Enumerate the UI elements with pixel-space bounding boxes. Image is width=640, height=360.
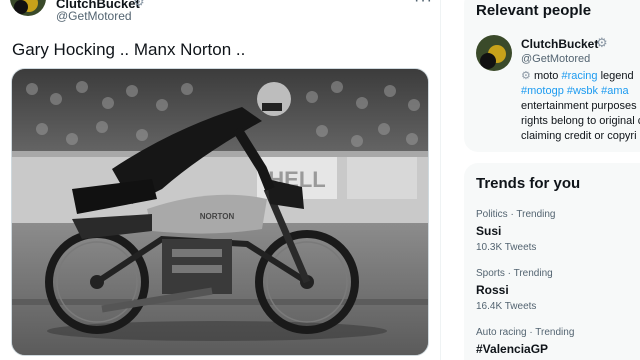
bio-text: moto — [533, 70, 559, 82]
person-avatar[interactable] — [476, 35, 512, 71]
bio-hashtag-racing[interactable]: #racing — [561, 70, 597, 82]
trend-count: 10.3K Tweets — [476, 242, 537, 253]
relevant-people-card: Relevant people ClutchBucket ⚙ @GetMotor… — [464, 0, 640, 152]
tweet-column: ClutchBucket ⚙ @GetMotored ··· Gary Hock… — [0, 0, 441, 360]
more-icon[interactable]: ··· — [414, 0, 433, 10]
gear-icon: ⚙ — [596, 35, 608, 50]
trend-name: #ValenciaGP — [476, 342, 549, 356]
trend-name: Susi — [476, 224, 502, 238]
person-name[interactable]: ClutchBucket — [521, 37, 598, 51]
person-handle[interactable]: @GetMotored — [521, 53, 590, 65]
trend-item[interactable]: Auto racing · Trending #ValenciaGP — [476, 327, 636, 356]
trend-meta: Sports · Trending — [476, 268, 553, 279]
trend-meta: Auto racing · Trending — [476, 327, 575, 338]
bio-text: rights belong to original c — [521, 115, 640, 127]
trend-item[interactable]: Sports · Trending Rossi 16.4K Tweets — [476, 268, 636, 312]
author-handle[interactable]: @GetMotored — [56, 9, 132, 23]
trends-card: Trends for you Politics · Trending Susi … — [464, 163, 640, 360]
trend-meta: Politics · Trending — [476, 209, 556, 220]
bio-text: entertainment purposes — [521, 100, 637, 112]
author-avatar[interactable] — [10, 0, 46, 16]
tank-brand-text: NORTON — [200, 212, 235, 221]
bio-text: legend — [600, 70, 634, 82]
bio-hashtag-wsbk[interactable]: #wsbk — [567, 85, 598, 97]
gear-icon: ⚙ — [133, 0, 145, 9]
gear-icon: ⚙ — [521, 70, 531, 82]
tweet-text: Gary Hocking .. Manx Norton .. — [12, 40, 246, 59]
trends-title: Trends for you — [476, 175, 581, 192]
relevant-people-title: Relevant people — [476, 2, 592, 19]
bio-hashtag-motogp[interactable]: #motogp — [521, 85, 564, 97]
bio-text: claiming credit or copyri — [521, 130, 637, 142]
right-sidebar: Relevant people ClutchBucket ⚙ @GetMotor… — [464, 0, 640, 360]
bio-hashtag-ama[interactable]: #ama — [601, 85, 629, 97]
trend-item[interactable]: Politics · Trending Susi 10.3K Tweets — [476, 209, 636, 253]
trend-name: Rossi — [476, 283, 509, 297]
person-bio: ⚙ moto #racing legend #motogp #wsbk #ama… — [521, 69, 640, 144]
tweet-photo[interactable]: HELL NORTON — [11, 68, 429, 356]
trend-count: 16.4K Tweets — [476, 301, 537, 312]
